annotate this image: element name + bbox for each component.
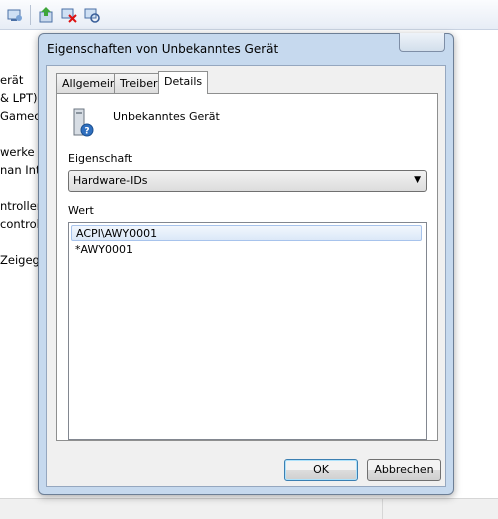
close-button[interactable] bbox=[399, 33, 445, 52]
background-tree-item: nan Inte bbox=[0, 163, 40, 177]
background-tree-item: erät bbox=[0, 73, 24, 87]
ok-button[interactable]: OK bbox=[284, 459, 358, 481]
dialog-title: Eigenschaften von Unbekanntes Gerät bbox=[47, 42, 279, 56]
background-tree-item: controll bbox=[0, 217, 40, 231]
list-item[interactable]: *AWY0001 bbox=[71, 242, 422, 258]
list-item[interactable]: ACPI\AWY0001 bbox=[71, 225, 422, 241]
background-tree-item: Gamec bbox=[0, 109, 40, 123]
background-tree-item: ntroller bbox=[0, 199, 40, 213]
value-label: Wert bbox=[68, 204, 94, 217]
details-panel: ? Unbekanntes Gerät Eigenschaft Hardware… bbox=[56, 93, 438, 441]
background-tree-item: Zeigege bbox=[0, 253, 40, 267]
background-status-bar bbox=[0, 498, 498, 519]
property-label: Eigenschaft bbox=[68, 152, 133, 165]
property-dropdown-value: Hardware-IDs bbox=[73, 174, 148, 187]
device-settings-icon[interactable] bbox=[6, 6, 24, 24]
unknown-device-icon: ? bbox=[72, 107, 94, 137]
chevron-down-icon: ▼ bbox=[414, 175, 421, 185]
property-dropdown[interactable]: Hardware-IDs ▼ bbox=[68, 170, 427, 192]
toolbar-separator bbox=[30, 5, 31, 25]
background-toolbar bbox=[0, 0, 498, 30]
value-listbox[interactable]: ACPI\AWY0001 *AWY0001 bbox=[68, 222, 427, 440]
tab-details[interactable]: Details bbox=[158, 71, 209, 94]
device-name: Unbekanntes Gerät bbox=[113, 110, 220, 123]
tab-driver[interactable]: Treiber bbox=[114, 73, 164, 93]
uninstall-device-icon[interactable] bbox=[60, 6, 78, 24]
tab-general[interactable]: Allgemein bbox=[56, 73, 123, 93]
background-tree-item: & LPT) bbox=[0, 91, 38, 105]
scan-hardware-icon[interactable] bbox=[83, 6, 101, 24]
background-tree-item: werke bbox=[0, 145, 35, 159]
properties-dialog: Eigenschaften von Unbekanntes Gerät Allg… bbox=[38, 33, 454, 495]
update-driver-icon[interactable] bbox=[37, 6, 55, 24]
cancel-button[interactable]: Abbrechen bbox=[367, 459, 441, 481]
dialog-client-area: Allgemein Treiber Details ? Unbekanntes … bbox=[46, 65, 446, 487]
svg-text:?: ? bbox=[84, 127, 89, 137]
status-divider bbox=[382, 499, 383, 519]
